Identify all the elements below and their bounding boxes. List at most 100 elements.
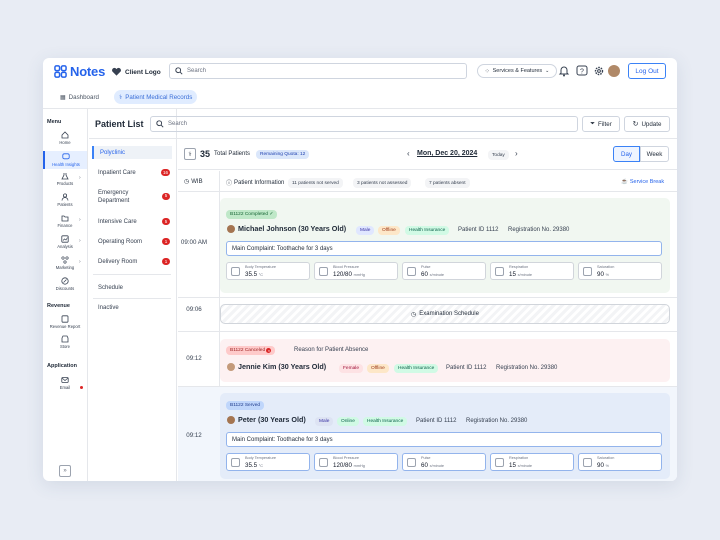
logout-button[interactable]: Log Out [628,63,666,79]
sidebar-menu-title: Menu [47,119,62,125]
view-day-button[interactable]: Day [613,146,640,162]
tab-dashboard[interactable]: ▦ Dashboard [55,90,104,104]
chevron-down-icon: ⌄ [545,68,550,74]
unit-delivery-room[interactable]: Delivery Room 1 [92,255,172,268]
sidebar-item-revenue-report[interactable]: Revenue Report [43,315,87,329]
vital-number: 120/80 [333,271,352,278]
email-unread-dot [80,386,83,389]
unit-count-badge: 1 [162,238,170,245]
client-logo-text: Client Logo [125,68,161,76]
lungs-icon [495,267,504,276]
vital-label: Pulse [421,456,431,460]
unit-count-badge: 16 [160,169,170,176]
sidebar-item-home[interactable]: Home [43,131,87,145]
discount-icon [61,277,69,285]
app-logo[interactable]: Notes [54,64,105,79]
thermometer-icon [231,267,240,276]
logo-icon [54,65,67,78]
unit-schedule[interactable]: Schedule [92,281,172,294]
vital-number: 60 [421,462,428,469]
help-icon[interactable]: ? [576,65,588,77]
bell-icon[interactable] [558,65,570,77]
gender-badge: Male [315,417,334,426]
unit-count-badge: 1 [162,258,170,265]
unit-inpatient-care[interactable]: Inpatient Care 16 [92,166,172,179]
examination-schedule-slot[interactable]: ◷ Examination Schedule [220,304,670,324]
patient-information-label: ⓘ Patient Information [226,178,284,188]
sidebar-item-patients[interactable]: Patients [43,193,87,207]
unit-label: Inpatient Care [98,169,136,176]
chevron-right-icon: › [79,217,81,223]
vital-value: 120/80 mmHg [333,271,365,278]
unit-emergency-department[interactable]: Emergency Department 5 [92,186,172,208]
store-icon [61,335,69,343]
vital-number: 15 [509,462,516,469]
patient-name-text: Jennie Kim (30 Years Old) [238,362,327,371]
unit-inactive[interactable]: Inactive [92,301,172,314]
services-dropdown[interactable]: ⁘ Services & Features ⌄ [477,64,557,78]
vital-body-temperature[interactable]: Body Temperature 35.5 °C [226,453,310,471]
timezone-text: WIB [191,178,203,185]
appointment-card-served[interactable]: B1122 Served Peter (30 Years Old) Male O… [220,393,670,479]
previous-date-button[interactable]: ‹ [407,149,410,158]
vital-label: Saturation [597,265,615,269]
tab-patient-medical-records[interactable]: ⚕ Patient Medical Records [114,90,198,104]
patient-id: Patient ID 1112 [416,418,457,424]
vital-unit: x/minute [429,464,444,468]
appointment-card-canceled[interactable]: B1122 Canceled × Reason for Patient Abse… [220,339,670,382]
divider [178,331,677,332]
service-break-label: Service Break [629,179,665,185]
unit-polyclinic[interactable]: Polyclinic [92,146,172,159]
service-break-button[interactable]: ☕ Service Break [621,179,664,185]
today-button[interactable]: Today [488,150,509,160]
app-name: Notes [70,64,106,79]
unit-intensive-care[interactable]: Intensive Care 5 [92,215,172,228]
vital-unit: mmHg [353,464,365,468]
current-date[interactable]: Mon, Dec 20, 2024 [417,150,477,157]
vital-unit: x/minute [429,273,444,277]
next-date-button[interactable]: › [515,149,518,158]
info-icon: ⓘ [226,181,233,187]
view-week-button[interactable]: Week [640,146,669,162]
sidebar-item-health-insights[interactable]: Health Insights [43,151,87,169]
user-icon [61,193,69,201]
chevron-right-icon: › [79,259,81,265]
folder-icon [61,215,69,222]
vital-number: 35.5 [245,462,258,469]
appointment-card-completed[interactable]: B1122 Completed ✓ Michael Johnson (30 Ye… [220,198,670,293]
sidebar-item-discounts[interactable]: Discounts [43,277,87,291]
vital-saturation[interactable]: Saturation 90 % [578,453,662,471]
sidebar-item-label: Home [59,140,71,145]
unit-list-panel [89,109,177,481]
vital-label: Respiration [509,265,529,269]
global-search-input[interactable]: Search [169,63,467,79]
vital-label: Saturation [597,456,615,460]
patient-name[interactable]: Jennie Kim (30 Years Old) [227,362,326,371]
vital-pulse[interactable]: Pulse 60 x/minute [402,453,486,471]
vital-number: 90 [597,271,604,278]
gear-icon[interactable] [593,65,605,77]
unit-operating-room[interactable]: Operating Room 1 [92,235,172,248]
vital-blood-pressure[interactable]: Blood Pressure 120/80 mmHg [314,453,398,471]
vital-respiration: Respiration 15 x/minute [490,262,574,280]
update-button[interactable]: ↻ Update [624,116,670,132]
email-icon [61,377,69,383]
expand-sidebar-button[interactable]: » [59,465,71,477]
patient-search-input[interactable]: Search [150,116,578,132]
chat-heart-icon [62,153,70,160]
filter-button[interactable]: ⏷ Filter [582,116,620,132]
chart-icon [61,235,69,243]
vital-number: 90 [597,462,604,469]
vital-respiration[interactable]: Respiration 15 x/minute [490,453,574,471]
patient-name[interactable]: Peter (30 Years Old) [227,415,306,424]
sidebar-item-store[interactable]: Store [43,335,87,349]
patient-name[interactable]: Michael Johnson (30 Years Old) [227,224,346,233]
user-avatar[interactable] [608,65,620,77]
unit-label: Delivery Room [98,258,138,265]
vital-value: 120/80 mmHg [333,462,365,469]
sidebar-revenue-title: Revenue [47,303,70,309]
svg-text:?: ? [580,69,584,76]
avatar [227,224,235,233]
vital-value: 15 x/minute [509,462,532,469]
vital-value: 35.5 °C [245,271,263,278]
